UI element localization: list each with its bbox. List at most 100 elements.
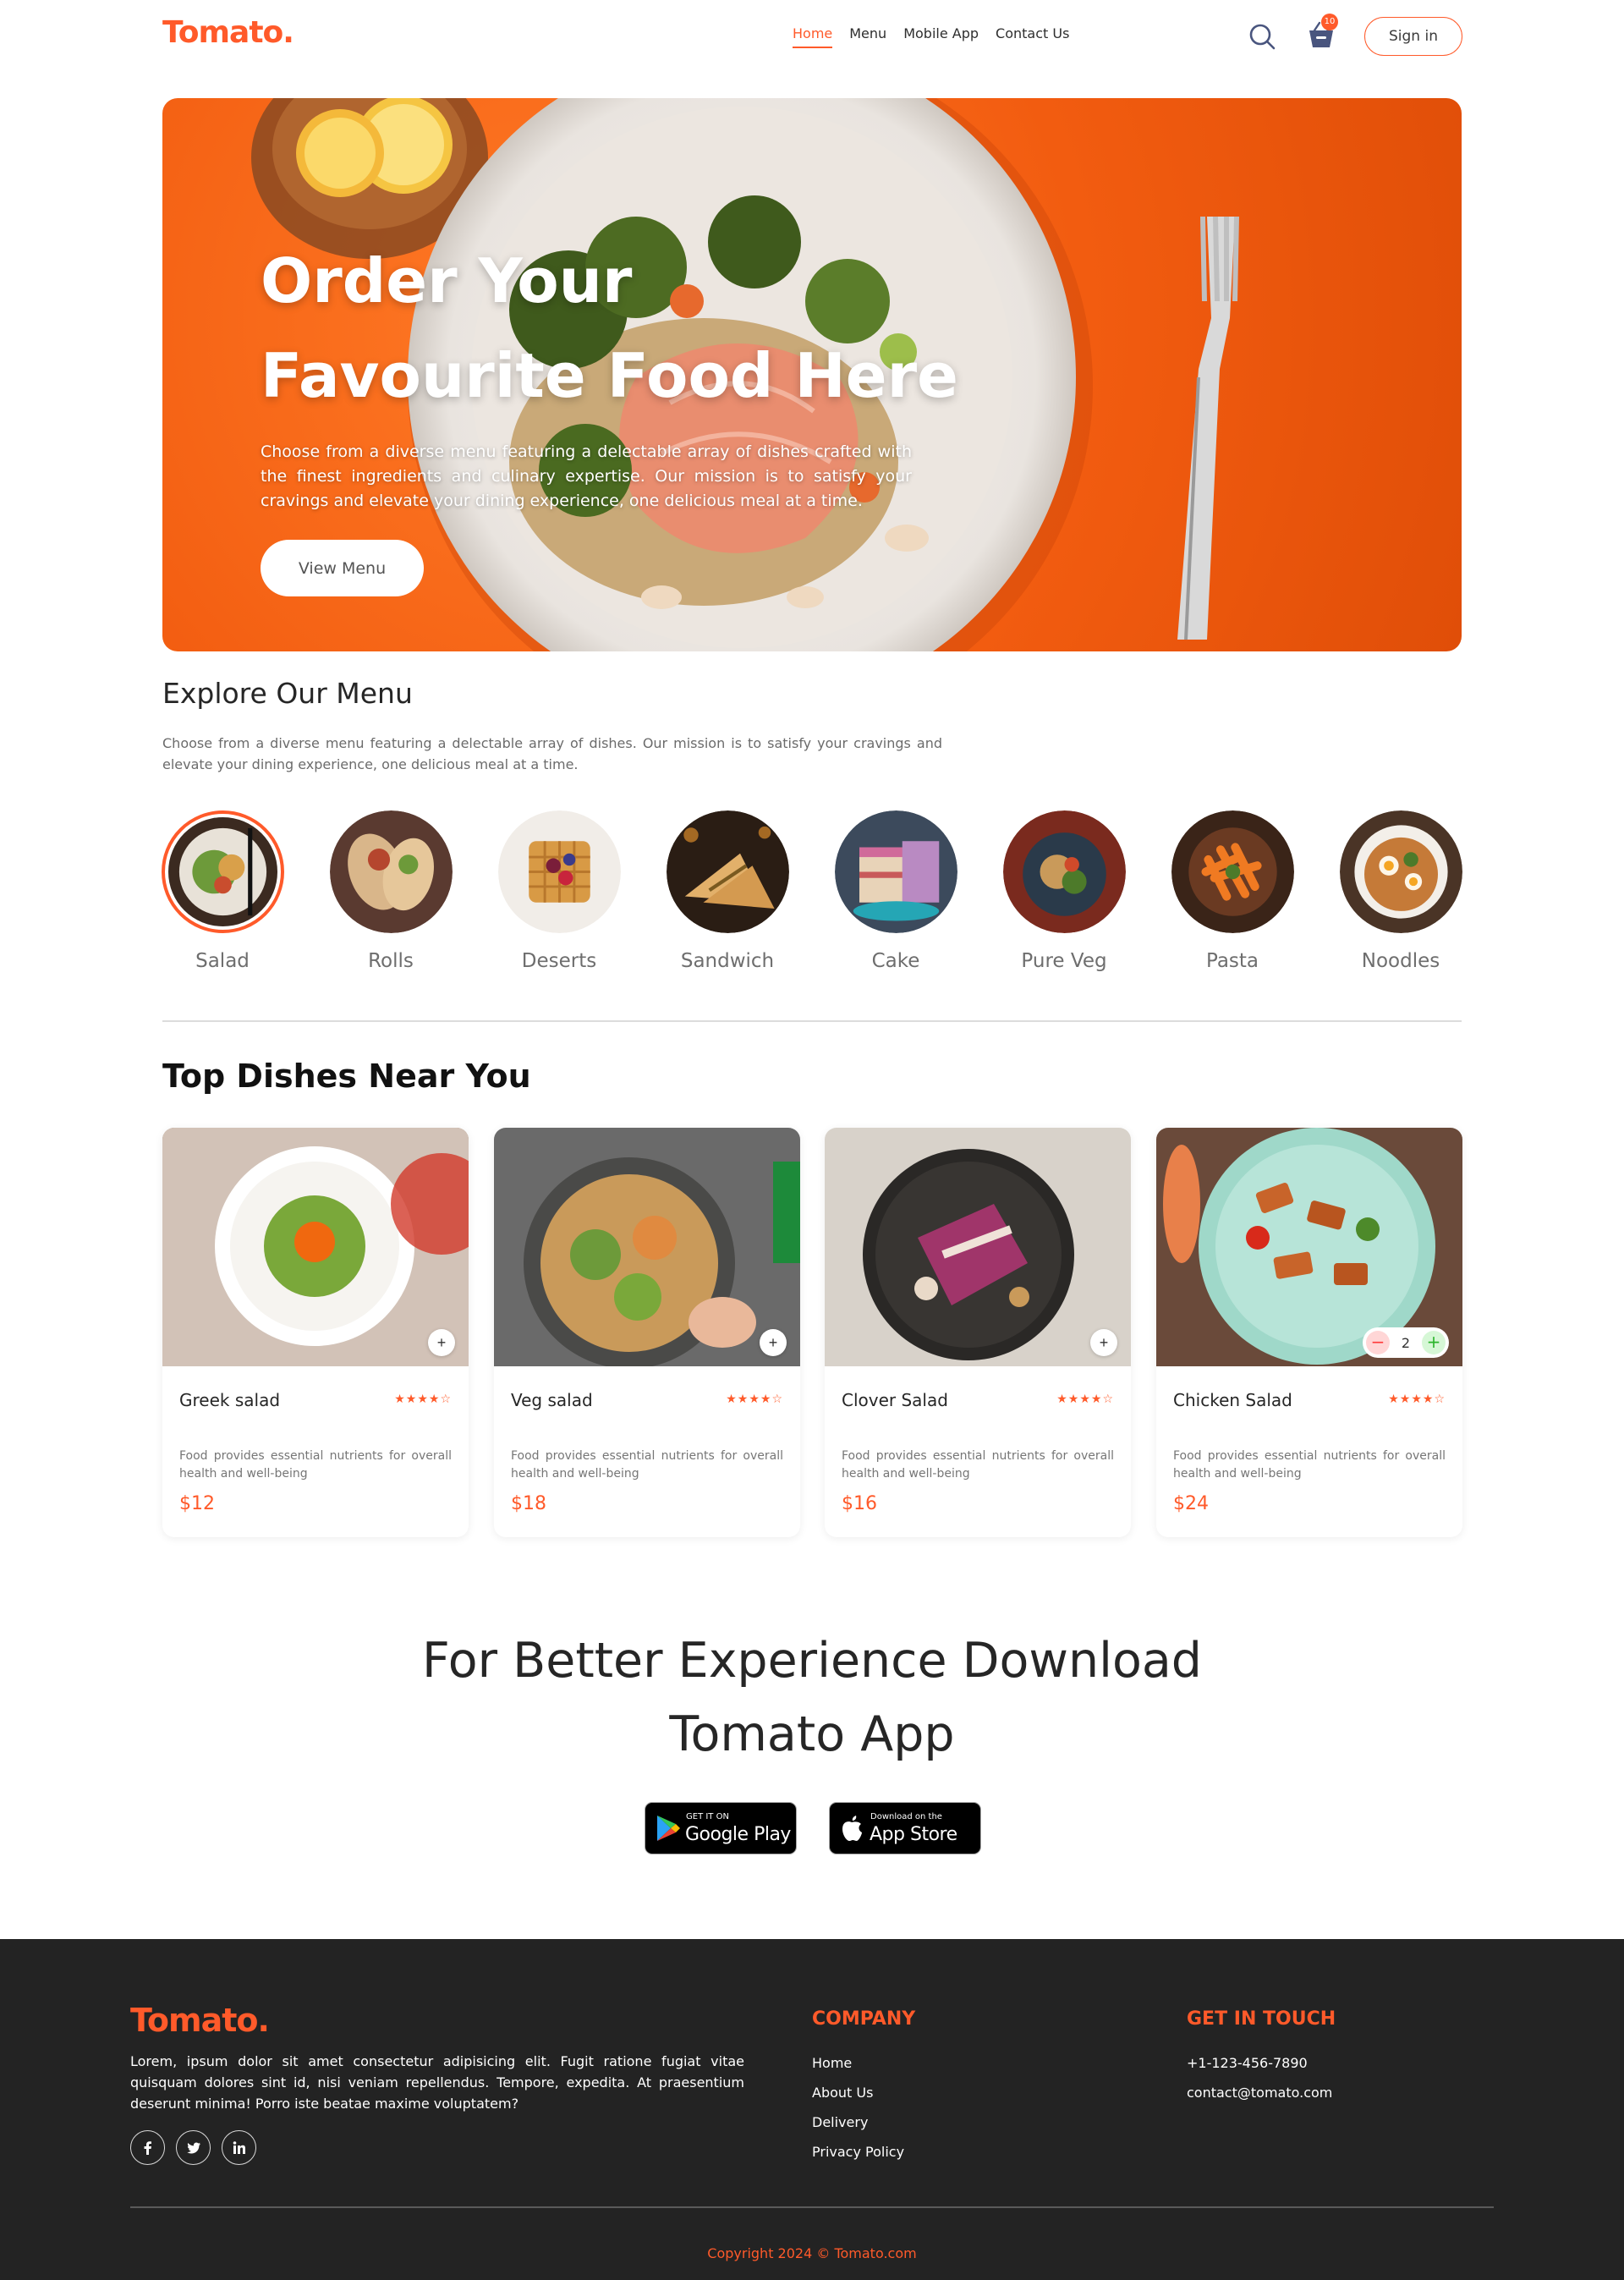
quantity-value: 2 (1401, 1334, 1411, 1351)
dish-card-chicken-salad[interactable]: − 2 + Chicken Salad ★★★★☆ Food provides … (1156, 1128, 1462, 1537)
nav-links: Home Menu Mobile App Contact Us (793, 25, 1069, 48)
sandwich-category-image (666, 810, 789, 933)
rolls-category-image (329, 810, 453, 933)
noodles-category-image (1339, 810, 1462, 933)
deserts-category-image (497, 810, 621, 933)
section-divider (162, 1020, 1462, 1022)
dish-name: Veg salad (511, 1390, 593, 1410)
menu-item-label: Deserts (521, 950, 597, 972)
menu-item-label: Sandwich (680, 950, 775, 972)
facebook-icon[interactable] (130, 2130, 165, 2165)
add-to-cart-button[interactable]: + (1090, 1329, 1117, 1356)
dish-description: Food provides essential nutrients for ov… (179, 1449, 452, 1481)
footer-company-heading: COMPANY (812, 2008, 916, 2030)
footer-link-about-us[interactable]: About Us (812, 2085, 873, 2101)
dish-name: Greek salad (179, 1390, 281, 1410)
view-menu-button[interactable]: View Menu (261, 540, 424, 596)
navbar: Tomato. Home Menu Mobile App Contact Us … (162, 0, 1462, 71)
footer-phone: +1-123-456-7890 (1187, 2055, 1308, 2071)
app-store-badge[interactable]: Download on the App Store (829, 1802, 981, 1854)
hero-title-line1: Order Your (261, 245, 633, 316)
menu-item-cake[interactable]: Cake (824, 810, 968, 972)
google-play-icon (657, 1816, 680, 1841)
pure-veg-category-image (1002, 810, 1126, 933)
rating-stars-icon: ★★★★☆ (1388, 1393, 1446, 1406)
menu-item-noodles[interactable]: Noodles (1329, 810, 1473, 972)
twitter-icon[interactable] (176, 2130, 211, 2165)
nav-link-mobile-app[interactable]: Mobile App (903, 25, 979, 48)
menu-item-salad[interactable]: Salad (151, 810, 294, 972)
search-icon[interactable] (1248, 22, 1276, 51)
menu-item-pure-veg[interactable]: Pure Veg (992, 810, 1136, 972)
decrease-quantity-button[interactable]: − (1366, 1331, 1390, 1354)
cake-category-image (834, 810, 957, 933)
dish-card-greek-salad[interactable]: + Greek salad ★★★★☆ Food provides essent… (162, 1128, 469, 1537)
dish-price: $24 (1173, 1493, 1209, 1514)
hero-title-line2: Favourite Food Here (261, 340, 958, 411)
dish-card-clover-salad[interactable]: + Clover Salad ★★★★☆ Food provides essen… (825, 1128, 1131, 1537)
footer-link-privacy-policy[interactable]: Privacy Policy (812, 2144, 904, 2160)
footer-logo[interactable]: Tomato. (130, 2002, 270, 2039)
footer-description: Lorem, ipsum dolor sit amet consectetur … (130, 2053, 744, 2112)
menu-item-label: Pure Veg (1021, 950, 1107, 972)
explore-menu-title: Explore Our Menu (162, 677, 413, 710)
menu-item-label: Pasta (1205, 950, 1259, 972)
menu-item-label: Noodles (1361, 950, 1440, 972)
menu-item-label: Cake (871, 950, 920, 972)
add-to-cart-button[interactable]: + (760, 1329, 787, 1356)
google-play-big-text: Google Play (685, 1824, 791, 1845)
sign-in-button[interactable]: Sign in (1364, 17, 1462, 56)
rating-stars-icon: ★★★★☆ (394, 1393, 452, 1406)
nav-link-contact-us[interactable]: Contact Us (996, 25, 1069, 48)
rating-stars-icon: ★★★★☆ (726, 1393, 783, 1406)
pasta-category-image (1171, 810, 1294, 933)
copyright-text: Copyright 2024 © Tomato.com (707, 2245, 917, 2261)
dish-name: Clover Salad (842, 1390, 948, 1410)
nav-link-menu[interactable]: Menu (849, 25, 886, 48)
dish-description: Food provides essential nutrients for ov… (842, 1449, 1114, 1481)
increase-quantity-button[interactable]: + (1422, 1331, 1446, 1354)
top-dishes-title: Top Dishes Near You (162, 1058, 531, 1095)
salad-category-image (161, 810, 284, 933)
google-play-small-text: GET IT ON (686, 1812, 729, 1821)
add-to-cart-button[interactable]: + (428, 1329, 455, 1356)
brand-logo[interactable]: Tomato. (162, 15, 294, 50)
veg-salad-image (494, 1128, 800, 1366)
hero-title: Order Your Favourite Food Here (261, 233, 1022, 423)
greek-salad-image (162, 1128, 469, 1366)
nav-link-home[interactable]: Home (793, 25, 833, 48)
app-store-small-text: Download on the (870, 1812, 942, 1821)
menu-item-label: Rolls (368, 950, 414, 972)
apple-icon (842, 1816, 862, 1841)
menu-category-list: Salad Rolls Deserts Sandwich Cake Pure V… (161, 810, 1462, 980)
dish-price: $18 (511, 1493, 546, 1514)
dish-description: Food provides essential nutrients for ov… (1173, 1449, 1446, 1481)
menu-item-pasta[interactable]: Pasta (1160, 810, 1304, 972)
linkedin-icon[interactable] (222, 2130, 256, 2165)
clover-salad-image (825, 1128, 1131, 1366)
explore-menu-description: Choose from a diverse menu featuring a d… (162, 735, 942, 772)
dish-card-veg-salad[interactable]: + Veg salad ★★★★☆ Food provides essentia… (494, 1128, 800, 1537)
menu-item-rolls[interactable]: Rolls (319, 810, 463, 972)
app-download-title-line1: For Better Experience Download (422, 1633, 1202, 1689)
dish-price: $16 (842, 1493, 877, 1514)
menu-item-sandwich[interactable]: Sandwich (656, 810, 799, 972)
footer-divider (130, 2206, 1494, 2208)
footer-link-home[interactable]: Home (812, 2055, 852, 2071)
quantity-stepper: − 2 + (1363, 1327, 1449, 1358)
menu-item-deserts[interactable]: Deserts (487, 810, 631, 972)
hero-description: Choose from a diverse menu featuring a d… (261, 442, 912, 510)
dish-description: Food provides essential nutrients for ov… (511, 1449, 783, 1481)
app-download-title-line2: Tomato App (669, 1706, 955, 1762)
footer: Tomato. Lorem, ipsum dolor sit amet cons… (0, 1939, 1624, 2280)
footer-link-delivery[interactable]: Delivery (812, 2114, 868, 2130)
menu-item-label: Salad (195, 950, 250, 972)
hero-banner: Order Your Favourite Food Here Choose fr… (162, 98, 1462, 651)
footer-email: contact@tomato.com (1187, 2085, 1333, 2101)
footer-contact-heading: GET IN TOUCH (1187, 2008, 1336, 2030)
dish-price: $12 (179, 1493, 215, 1514)
app-store-big-text: App Store (870, 1824, 957, 1845)
google-play-badge[interactable]: GET IT ON Google Play (645, 1802, 797, 1854)
rating-stars-icon: ★★★★☆ (1056, 1393, 1114, 1406)
app-download-title: For Better Experience Download Tomato Ap… (304, 1624, 1320, 1772)
